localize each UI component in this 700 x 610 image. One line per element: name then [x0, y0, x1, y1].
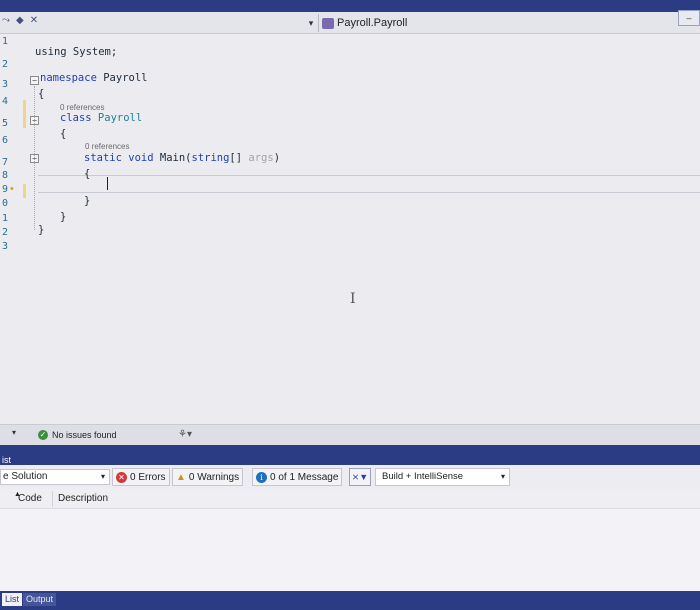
text-caret: [107, 177, 108, 190]
tab-error-list[interactable]: List: [2, 593, 23, 606]
info-icon: i: [256, 471, 267, 483]
code-editor[interactable]: 1 2 3 4 5 6 7 8 9 0 1 2 3 • − − − using …: [0, 34, 700, 424]
line-number: 7: [2, 157, 9, 168]
code-line-brace: }: [38, 224, 45, 236]
scope-dropdown[interactable]: e Solution ▾: [0, 469, 110, 485]
line-number: 5: [2, 118, 9, 129]
issues-label: No issues found: [52, 430, 117, 440]
tab-output[interactable]: Output: [23, 593, 57, 606]
class-member-icon: [322, 17, 334, 29]
check-icon: ✓: [38, 430, 48, 440]
outline-guide: [34, 86, 35, 230]
class-name: Payroll: [91, 112, 143, 124]
current-line-highlight: [38, 175, 700, 193]
divider: [318, 14, 319, 32]
filter-icon[interactable]: ⨯▼: [349, 468, 371, 486]
column-header-description[interactable]: Description: [58, 493, 108, 504]
code-line-class: class Payroll: [60, 112, 142, 124]
errors-label: 0 Errors: [130, 471, 166, 483]
column-header-code[interactable]: Code: [18, 493, 42, 504]
document-tab-strip: [0, 0, 700, 12]
line-number: 3: [2, 241, 9, 252]
line-number: 1: [2, 213, 9, 224]
error-list-title: ist: [2, 455, 11, 465]
keyword: string: [191, 152, 230, 164]
line-number-gutter: 1 2 3 4 5 6 7 8 9 0 1 2 3: [0, 34, 32, 424]
code-line-brace: }: [60, 211, 67, 223]
line-number: 9: [2, 184, 9, 195]
type-dropdown-chevron-icon[interactable]: ▾: [304, 16, 318, 30]
member-navigation-dropdown[interactable]: Payroll.Payroll: [322, 15, 407, 31]
build-source-label: Build + IntelliSense: [382, 471, 464, 482]
code-line-main: static void Main(string[] args): [84, 152, 280, 164]
code-line-brace: {: [84, 168, 91, 180]
window-control-button[interactable]: –: [678, 10, 700, 26]
warnings-filter-button[interactable]: ▲ 0 Warnings: [172, 468, 244, 486]
codelens-references[interactable]: 0 references: [85, 142, 129, 151]
keyword: namespace: [40, 72, 97, 84]
line-number: 1: [2, 36, 9, 47]
error-list-title-bar: ist: [0, 445, 700, 465]
zoom-dropdown-chevron-icon[interactable]: ▾: [12, 428, 16, 437]
mouse-ibeam-cursor-icon: I: [350, 291, 356, 307]
pin-icon[interactable]: ◆: [16, 15, 24, 26]
lightbulb-icon[interactable]: •: [10, 183, 14, 195]
issues-indicator[interactable]: ✓ No issues found: [38, 430, 117, 440]
code-line-namespace: namespace Payroll: [40, 72, 147, 84]
method-name: Main(: [153, 152, 192, 164]
collapse-toggle-namespace[interactable]: −: [30, 76, 39, 85]
code-line-using: using System;: [35, 46, 118, 58]
build-source-dropdown[interactable]: Build + IntelliSense ▾: [375, 468, 510, 486]
tab-controls: ⤳ ◆ ✕: [2, 12, 38, 28]
scope-label: e Solution: [3, 471, 48, 482]
brackets: []: [229, 152, 249, 164]
warning-icon: ▲: [176, 471, 186, 483]
line-number: 0: [2, 198, 9, 209]
bottom-tab-strip: [0, 591, 700, 610]
code-line-brace: {: [60, 128, 67, 140]
line-number: 8: [2, 170, 9, 181]
pin-icon[interactable]: ⤳: [2, 15, 10, 26]
chevron-down-icon: ▾: [100, 472, 105, 481]
change-indicator: [23, 100, 26, 128]
line-number: 6: [2, 135, 9, 146]
namespace-name: Payroll: [96, 72, 148, 84]
keyword: void: [121, 152, 154, 164]
line-number: 4: [2, 96, 9, 107]
member-navigation-label: Payroll.Payroll: [337, 17, 408, 29]
code-line-brace: }: [84, 195, 91, 207]
keyword: class: [60, 112, 92, 124]
code-line-brace: {: [38, 88, 45, 100]
line-number: 2: [2, 59, 9, 70]
close-icon[interactable]: ✕: [30, 15, 38, 26]
line-number: 2: [2, 227, 9, 238]
error-icon: ✕: [116, 471, 127, 483]
errors-filter-button[interactable]: ✕ 0 Errors: [112, 468, 170, 486]
messages-label: 0 of 1 Message: [270, 471, 339, 483]
parameter-name: args: [248, 152, 274, 164]
warnings-label: 0 Warnings: [188, 471, 240, 483]
messages-filter-button[interactable]: i 0 of 1 Message: [252, 468, 343, 486]
change-indicator: [23, 184, 26, 198]
chevron-down-icon: ▾: [500, 472, 505, 481]
brush-icon[interactable]: ⚘▾: [178, 429, 192, 440]
column-divider[interactable]: [52, 491, 53, 507]
error-list-body: [0, 509, 700, 591]
line-number: 3: [2, 79, 9, 90]
keyword: static: [84, 152, 122, 164]
paren: ): [273, 152, 281, 164]
codelens-references[interactable]: 0 references: [60, 103, 104, 112]
